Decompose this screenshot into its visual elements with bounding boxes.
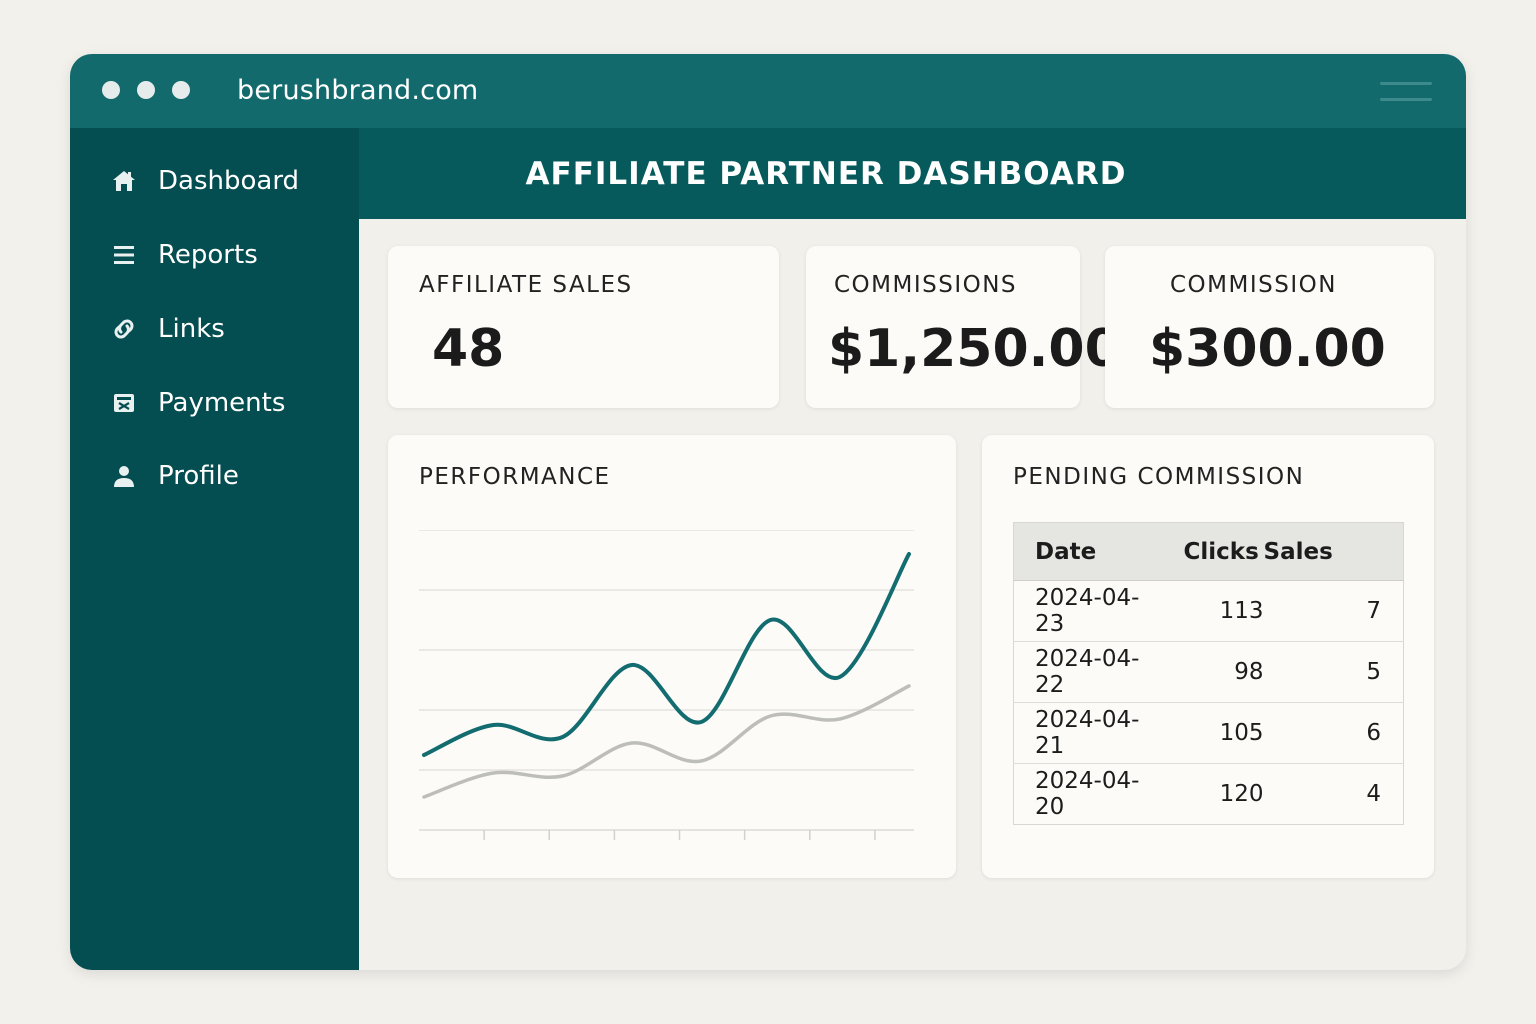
chart-series-line-2: [422, 684, 911, 799]
window-minimize-dot[interactable]: [137, 81, 155, 99]
window-close-dot[interactable]: [102, 81, 120, 99]
menu-icon[interactable]: [1380, 82, 1432, 102]
cell-date: 2024-04-22: [1013, 641, 1164, 703]
sidebar-item-payments[interactable]: Payments: [110, 383, 285, 423]
column-header-clicks[interactable]: Clicks: [1163, 522, 1264, 581]
table-row[interactable]: 2024-04-23 113 7: [1013, 580, 1404, 642]
list-icon: [110, 241, 138, 269]
home-icon: [110, 167, 138, 195]
cell-sales: 4: [1263, 763, 1404, 825]
stat-label: AFFILIATE SALES: [419, 272, 633, 298]
table-row[interactable]: 2024-04-20 120 4: [1013, 763, 1404, 825]
sidebar-item-label: Dashboard: [158, 166, 300, 196]
performance-chart: [419, 530, 914, 840]
cell-clicks: 113: [1163, 580, 1264, 642]
browser-titlebar: berushbrand.com: [70, 54, 1466, 128]
cell-date: 2024-04-21: [1013, 702, 1164, 764]
user-icon: [110, 462, 138, 490]
sidebar-item-reports[interactable]: Reports: [110, 235, 258, 275]
url-text[interactable]: berushbrand.com: [237, 75, 478, 106]
page-header: AFFILIATE PARTNER DASHBOARD: [359, 128, 1466, 219]
column-header-sales[interactable]: Sales: [1263, 522, 1404, 581]
affiliate-sales-card: AFFILIATE SALES 48: [388, 246, 779, 408]
window-maximize-dot[interactable]: [172, 81, 190, 99]
sidebar-item-label: Links: [158, 314, 225, 344]
cell-date: 2024-04-23: [1013, 580, 1164, 642]
stat-value: $1,250.00: [828, 319, 1121, 379]
cell-clicks: 120: [1163, 763, 1264, 825]
commission-card: COMMISSION $300.00: [1105, 246, 1434, 408]
payment-icon: [110, 389, 138, 417]
sidebar-item-profile[interactable]: Profile: [110, 456, 239, 496]
stat-value: 48: [432, 319, 505, 379]
sidebar-item-label: Payments: [158, 388, 286, 418]
stat-label: COMMISSION: [1170, 272, 1337, 298]
pending-title: PENDING COMMISSION: [1013, 464, 1305, 490]
browser-window: berushbrand.com Dashboard Reports Links: [70, 54, 1466, 970]
cell-sales: 6: [1263, 702, 1404, 764]
pending-table: Date Clicks Sales 2024-04-23 113 7 2024-…: [1013, 522, 1404, 825]
table-row[interactable]: 2024-04-21 105 6: [1013, 702, 1404, 764]
performance-title: PERFORMANCE: [419, 464, 611, 490]
chart-series-line-1: [422, 552, 911, 757]
link-icon: [110, 315, 138, 343]
sidebar-item-label: Reports: [158, 240, 258, 270]
cell-clicks: 105: [1163, 702, 1264, 764]
stat-label: COMMISSIONS: [834, 272, 1018, 298]
commissions-card: COMMISSIONS $1,250.00: [806, 246, 1121, 408]
cell-sales: 5: [1263, 641, 1404, 703]
cell-clicks: 98: [1163, 641, 1264, 703]
pending-commission-card: PENDING COMMISSION Date Clicks Sales 202…: [982, 435, 1434, 878]
sidebar-item-links[interactable]: Links: [110, 309, 225, 349]
cell-sales: 7: [1263, 580, 1404, 642]
stat-value: $300.00: [1149, 319, 1386, 379]
sidebar-item-label: Profile: [158, 461, 239, 491]
table-header-row: Date Clicks Sales: [1013, 522, 1404, 581]
cell-date: 2024-04-20: [1013, 763, 1164, 825]
sidebar: Dashboard Reports Links Payments Profile: [70, 128, 359, 970]
performance-card: PERFORMANCE: [388, 435, 956, 878]
table-row[interactable]: 2024-04-22 98 5: [1013, 641, 1404, 703]
sidebar-item-dashboard[interactable]: Dashboard: [110, 161, 299, 201]
column-header-date[interactable]: Date: [1013, 522, 1164, 581]
page-title: AFFILIATE PARTNER DASHBOARD: [525, 156, 1127, 192]
